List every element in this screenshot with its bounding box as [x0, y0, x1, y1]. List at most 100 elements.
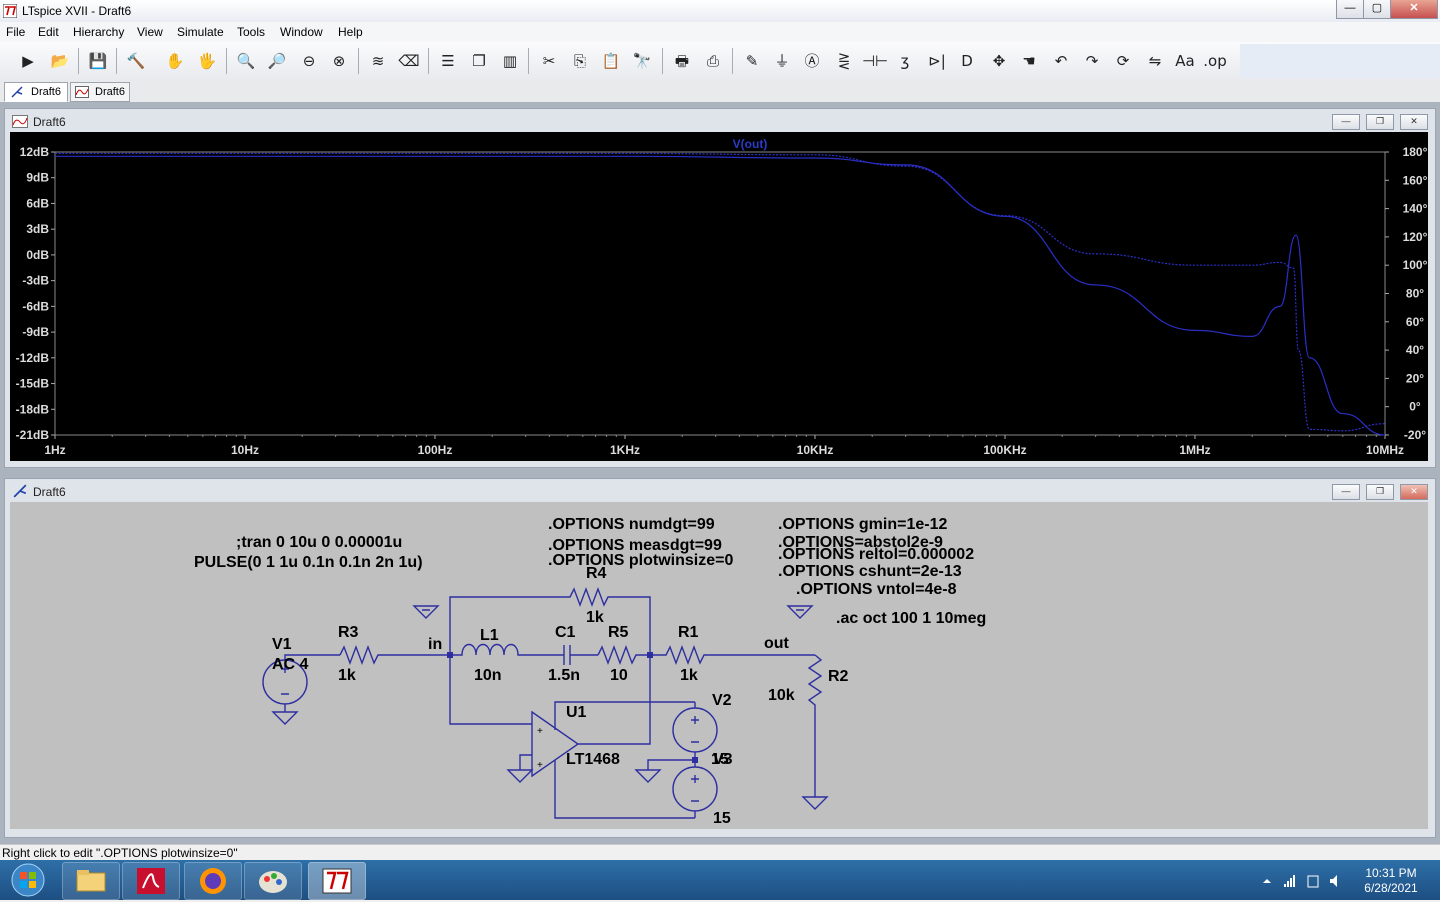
- cascade-icon[interactable]: ❐: [467, 50, 491, 72]
- label-out[interactable]: out: [764, 635, 789, 653]
- print-icon[interactable]: 🖶: [670, 50, 694, 72]
- tab-waveform[interactable]: Draft6: [70, 82, 130, 102]
- minimize-button[interactable]: —: [1336, 0, 1364, 19]
- capacitor-icon[interactable]: ⊣⊢: [862, 50, 888, 72]
- close-button[interactable]: ✕: [1400, 114, 1428, 130]
- trace-label-vout[interactable]: V(out): [733, 137, 768, 151]
- label-in[interactable]: in: [428, 636, 442, 654]
- paste-icon[interactable]: 📋: [599, 50, 623, 72]
- directive-reltol[interactable]: .OPTIONS reltol=0.000002: [778, 546, 974, 564]
- paint-icon[interactable]: [244, 862, 302, 900]
- label-l1[interactable]: L1: [480, 627, 499, 645]
- menu-edit[interactable]: Edit: [38, 25, 59, 39]
- draw-wire-icon[interactable]: ✎: [740, 50, 764, 72]
- save-icon[interactable]: 💾: [86, 50, 110, 72]
- restore-button[interactable]: ❐: [1366, 114, 1394, 130]
- rotate-icon[interactable]: ⟳: [1111, 50, 1135, 72]
- directive-numdgt[interactable]: .OPTIONS numdgt=99: [548, 516, 715, 534]
- halt-icon[interactable]: ✋: [163, 50, 187, 72]
- delete-trace-icon[interactable]: ⌫: [397, 50, 421, 72]
- label-r5[interactable]: R5: [608, 624, 628, 642]
- ltspice-icon[interactable]: [308, 862, 366, 900]
- label-r4[interactable]: R4: [586, 565, 606, 583]
- component-icon[interactable]: D: [955, 50, 979, 72]
- firefox-icon[interactable]: [184, 862, 242, 900]
- minimize-button[interactable]: —: [1332, 484, 1360, 500]
- label-r1-value[interactable]: 1k: [680, 667, 698, 685]
- restore-button[interactable]: ❐: [1366, 484, 1394, 500]
- directive-vntol[interactable]: .OPTIONS vntol=4e-8: [796, 581, 956, 599]
- label-r5-value[interactable]: 10: [610, 667, 628, 685]
- zoom-cancel-icon[interactable]: ⊗: [327, 50, 351, 72]
- label-r3[interactable]: R3: [338, 624, 358, 642]
- label-v2-value[interactable]: 15: [711, 751, 729, 769]
- menu-file[interactable]: File: [6, 25, 25, 39]
- undo-icon[interactable]: ↶: [1049, 50, 1073, 72]
- directive-gmin[interactable]: .OPTIONS gmin=1e-12: [778, 516, 947, 534]
- label-v1-value[interactable]: AC 4: [272, 656, 308, 674]
- menu-simulate[interactable]: Simulate: [177, 25, 224, 39]
- label-net-icon[interactable]: Ⓐ: [800, 50, 824, 72]
- label-c1[interactable]: C1: [555, 624, 575, 642]
- zoom-in-icon[interactable]: 🔍: [234, 50, 258, 72]
- drag-icon[interactable]: ☚: [1017, 50, 1041, 72]
- spice-directive-icon[interactable]: .op: [1203, 50, 1227, 72]
- label-v2[interactable]: V2: [712, 692, 732, 710]
- label-r2[interactable]: R2: [828, 668, 848, 686]
- waveform-chart[interactable]: 1Hz 10Hz 100Hz 1KHz 10KHz 100KHz 1MHz 10MHz 12dB…: [10, 132, 1428, 461]
- maximize-button[interactable]: ▢: [1363, 0, 1391, 19]
- label-r4-value[interactable]: 1k: [586, 609, 604, 627]
- menu-help[interactable]: Help: [338, 25, 363, 39]
- zoom-fit-icon[interactable]: 🔎: [265, 50, 289, 72]
- redo-icon[interactable]: ↷: [1080, 50, 1104, 72]
- tab-schematic[interactable]: Draft6: [4, 82, 68, 102]
- control-panel-icon[interactable]: 🔨: [124, 50, 148, 72]
- acrobat-icon[interactable]: [122, 862, 180, 900]
- resistor-icon[interactable]: ⋛: [832, 50, 856, 72]
- file-explorer-icon[interactable]: [62, 862, 120, 900]
- directive-ac[interactable]: .ac oct 100 1 10meg: [836, 610, 986, 628]
- print-setup-icon[interactable]: ⎙: [701, 50, 725, 72]
- menu-view[interactable]: View: [137, 25, 163, 39]
- minimize-button[interactable]: —: [1332, 114, 1360, 130]
- directive-pulse[interactable]: PULSE(0 1 1u 0.1n 0.1n 2n 1u): [194, 554, 423, 572]
- start-orb-icon[interactable]: [5, 862, 51, 898]
- cut-icon[interactable]: ✂: [537, 50, 561, 72]
- label-l1-value[interactable]: 10n: [474, 667, 502, 685]
- schematic-canvas[interactable]: + + .OPTIONS numdgt=99 .OPTIONS measdgt=9…: [10, 502, 1428, 829]
- close-button[interactable]: ✕: [1400, 484, 1428, 500]
- zoom-out-icon[interactable]: ⊖: [297, 50, 321, 72]
- menu-hierarchy[interactable]: Hierarchy: [73, 25, 124, 39]
- move-icon[interactable]: ✥: [987, 50, 1011, 72]
- text-icon[interactable]: Aa: [1173, 50, 1197, 72]
- phase-trace[interactable]: [55, 152, 1386, 432]
- menu-tools[interactable]: Tools: [237, 25, 265, 39]
- directive-cshunt[interactable]: .OPTIONS cshunt=2e-13: [778, 563, 962, 581]
- find-icon[interactable]: 🔭: [630, 50, 654, 72]
- copy-icon[interactable]: ⎘: [568, 50, 592, 72]
- diode-icon[interactable]: ⊳|: [925, 50, 949, 72]
- taskbar-clock[interactable]: 10:31 PM 6/28/2021: [1356, 866, 1426, 896]
- directive-plotwinsize[interactable]: .OPTIONS plotwinsize=0: [548, 552, 733, 570]
- label-u1[interactable]: U1: [566, 704, 586, 722]
- inductor-icon[interactable]: ʒ: [893, 50, 917, 72]
- magnitude-trace[interactable]: [54, 155, 1386, 436]
- ground-icon[interactable]: ⏚: [770, 50, 794, 72]
- waveform-plot[interactable]: 1Hz 10Hz 100Hz 1KHz 10KHz 100KHz 1MHz 10MHz 12dB…: [10, 132, 1428, 461]
- label-u1-value[interactable]: LT1468: [566, 751, 620, 769]
- close-button[interactable]: ✕: [1390, 0, 1438, 19]
- label-v1[interactable]: V1: [272, 636, 292, 654]
- menu-window[interactable]: Window: [280, 25, 323, 39]
- label-v3-value[interactable]: 15: [713, 810, 731, 828]
- label-r2-value[interactable]: 10k: [768, 687, 795, 705]
- run-icon[interactable]: ▶: [16, 50, 40, 72]
- tile-vertical-icon[interactable]: ▥: [498, 50, 522, 72]
- label-r1[interactable]: R1: [678, 624, 698, 642]
- autorange-icon[interactable]: ≋: [366, 50, 390, 72]
- mirror-icon[interactable]: ⇋: [1143, 50, 1167, 72]
- label-r3-value[interactable]: 1k: [338, 667, 356, 685]
- label-c1-value[interactable]: 1.5n: [548, 667, 580, 685]
- directive-tran[interactable]: ;tran 0 10u 0 0.00001u: [236, 534, 402, 552]
- tile-horizontal-icon[interactable]: ☰: [436, 50, 460, 72]
- pan-icon[interactable]: 🖐: [195, 50, 219, 72]
